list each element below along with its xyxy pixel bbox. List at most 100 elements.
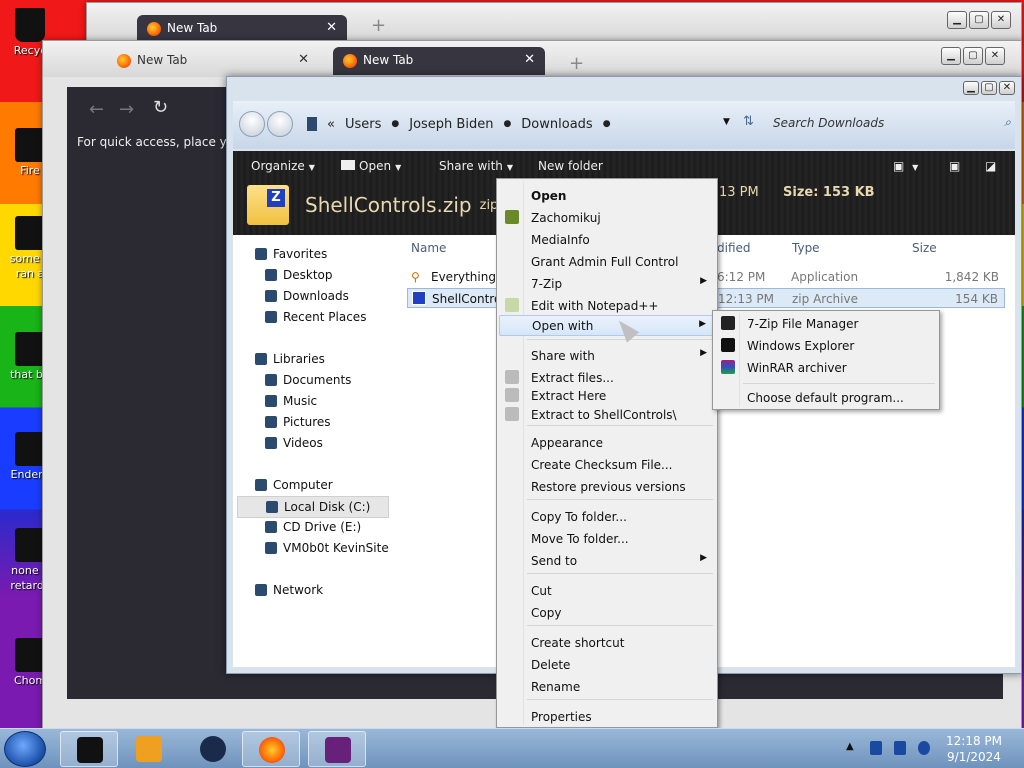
submenu-item-7zip-file-manager[interactable]: 7-Zip File Manager bbox=[715, 313, 937, 334]
back-button[interactable] bbox=[239, 111, 265, 137]
column-name[interactable]: Name bbox=[411, 241, 446, 255]
maximize-button[interactable]: ▢ bbox=[981, 81, 997, 95]
preview-pane-icon[interactable]: ▣ bbox=[949, 159, 960, 173]
taskbar-item-explorer[interactable] bbox=[60, 731, 118, 767]
close-button[interactable]: ✕ bbox=[985, 47, 1005, 65]
tab-new-tab[interactable]: New Tab ✕ bbox=[137, 15, 347, 43]
maximize-button[interactable]: ▢ bbox=[963, 47, 983, 65]
context-menu-item-mediainfo[interactable]: MediaInfo bbox=[499, 229, 715, 250]
nav-videos[interactable]: Videos bbox=[265, 436, 323, 450]
context-menu-item-share-with[interactable]: Share with ▶ bbox=[499, 345, 715, 366]
system-clock[interactable]: 12:18 PM 9/1/2024 bbox=[946, 733, 1002, 765]
nav-vm-share[interactable]: VM0b0t KevinSite bbox=[265, 541, 389, 555]
context-menu-item-create-shortcut[interactable]: Create shortcut bbox=[499, 632, 715, 653]
nav-favorites[interactable]: Favorites bbox=[255, 247, 327, 261]
maximize-button[interactable]: ▢ bbox=[969, 11, 989, 29]
nav-cd-drive[interactable]: CD Drive (E:) bbox=[265, 520, 361, 534]
forward-arrow-icon[interactable]: → bbox=[119, 99, 134, 120]
column-type[interactable]: Type bbox=[792, 241, 820, 255]
context-menu-item-extract-here[interactable]: Extract Here bbox=[499, 385, 715, 406]
breadcrumb-overflow-icon[interactable]: « bbox=[327, 117, 335, 132]
nav-desktop[interactable]: Desktop bbox=[265, 268, 333, 282]
view-options-icon[interactable]: ▣ ▼ bbox=[893, 159, 918, 173]
context-menu-item-7-zip[interactable]: 7-Zip ▶ bbox=[499, 273, 715, 294]
context-menu-item-restore-previous-versions[interactable]: Restore previous versions bbox=[499, 476, 715, 497]
context-menu-item-open[interactable]: Open bbox=[499, 185, 715, 206]
context-menu-item-copy[interactable]: Copy bbox=[499, 602, 715, 623]
nav-computer[interactable]: Computer bbox=[255, 478, 333, 492]
context-menu-item-copy-to-folder[interactable]: Copy To folder... bbox=[499, 506, 715, 527]
close-button[interactable]: ✕ bbox=[991, 11, 1011, 29]
tray-expand-icon[interactable]: ▲ bbox=[846, 741, 854, 752]
nav-recent-places[interactable]: Recent Places bbox=[265, 310, 366, 324]
address-dropdown-icon[interactable]: ▼ bbox=[723, 117, 730, 127]
close-button[interactable]: ✕ bbox=[999, 81, 1015, 95]
menu-item-label: Extract Here bbox=[531, 389, 607, 403]
context-menu-item-properties[interactable]: Properties bbox=[499, 706, 715, 727]
breadcrumb-joseph-biden[interactable]: Joseph Biden bbox=[409, 117, 493, 132]
breadcrumb-users[interactable]: Users bbox=[345, 117, 381, 132]
start-button[interactable] bbox=[4, 731, 46, 767]
submenu-item-winrar[interactable]: WinRAR archiver bbox=[715, 357, 937, 378]
minimize-button[interactable]: ▁ bbox=[947, 11, 967, 29]
breadcrumb-downloads[interactable]: Downloads bbox=[521, 117, 592, 132]
new-tab-button[interactable]: + bbox=[569, 53, 584, 74]
forward-button[interactable] bbox=[267, 111, 293, 137]
context-menu-item-open-with[interactable]: Open with ▶ bbox=[499, 315, 715, 336]
search-icon[interactable]: ⌕ bbox=[1004, 115, 1011, 130]
nav-local-disk[interactable]: Local Disk (C:) bbox=[237, 496, 389, 518]
nav-libraries[interactable]: Libraries bbox=[255, 352, 325, 366]
context-menu-item-grant-admin-full-control[interactable]: Grant Admin Full Control bbox=[499, 251, 715, 272]
context-menu-item-cut[interactable]: Cut bbox=[499, 580, 715, 601]
nav-downloads[interactable]: Downloads bbox=[265, 289, 349, 303]
column-size[interactable]: Size bbox=[912, 241, 937, 255]
taskbar-item-visual-studio[interactable] bbox=[308, 731, 366, 767]
context-menu-item-send-to[interactable]: Send to ▶ bbox=[499, 550, 715, 571]
tray-icon-2[interactable] bbox=[894, 741, 906, 755]
open-button[interactable]: Open ▼ bbox=[341, 159, 401, 173]
help-icon[interactable]: ◪ bbox=[985, 159, 996, 173]
reload-icon[interactable]: ↻ bbox=[153, 97, 168, 118]
tab-new-tab-active[interactable]: New Tab ✕ bbox=[333, 47, 545, 75]
nav-pictures[interactable]: Pictures bbox=[265, 415, 331, 429]
context-menu-item-create-checksum-file[interactable]: Create Checksum File... bbox=[499, 454, 715, 475]
context-menu-item-appearance[interactable]: Appearance bbox=[499, 432, 715, 453]
breadcrumb-separator-icon[interactable]: ● bbox=[391, 119, 399, 129]
context-menu-item-edit-with-notepad[interactable]: Edit with Notepad++ bbox=[499, 295, 715, 316]
organize-button[interactable]: Organize ▼ bbox=[251, 159, 315, 173]
nav-music[interactable]: Music bbox=[265, 394, 317, 408]
taskbar-item-firefox[interactable] bbox=[242, 731, 300, 767]
tray-icon-3[interactable] bbox=[918, 741, 930, 755]
menu-item-label: Grant Admin Full Control bbox=[531, 255, 679, 269]
breadcrumb-separator-icon[interactable]: ● bbox=[603, 119, 611, 129]
submenu-item-choose-default[interactable]: Choose default program... bbox=[715, 387, 937, 408]
column-date-modified[interactable]: dified bbox=[717, 241, 751, 255]
context-menu-item-zachomikuj[interactable]: Zachomikuj bbox=[499, 207, 715, 228]
context-menu-item-rename[interactable]: Rename bbox=[499, 676, 715, 697]
menu-item-label: Delete bbox=[531, 658, 571, 672]
nav-documents[interactable]: Documents bbox=[265, 373, 351, 387]
tray-icon-1[interactable] bbox=[870, 741, 882, 755]
taskbar-item-globe[interactable] bbox=[184, 731, 242, 767]
back-arrow-icon[interactable]: ← bbox=[89, 99, 104, 120]
share-with-button[interactable]: Share with ▼ bbox=[439, 159, 513, 173]
new-folder-button[interactable]: New folder bbox=[538, 159, 603, 173]
address-bar[interactable]: « Users ● Joseph Biden ● Downloads ● bbox=[307, 111, 767, 137]
refresh-icon[interactable]: ⇅ bbox=[743, 114, 754, 129]
minimize-button[interactable]: ▁ bbox=[941, 47, 961, 65]
search-input[interactable]: Search Downloads ⌕ bbox=[773, 111, 1015, 137]
submenu-item-windows-explorer[interactable]: Windows Explorer bbox=[715, 335, 937, 356]
context-menu-item-delete[interactable]: Delete bbox=[499, 654, 715, 675]
new-tab-button[interactable]: + bbox=[371, 15, 386, 36]
network-icon bbox=[255, 584, 267, 596]
close-tab-icon[interactable]: ✕ bbox=[524, 52, 535, 67]
close-tab-icon[interactable]: ✕ bbox=[326, 20, 337, 35]
nav-network[interactable]: Network bbox=[255, 583, 323, 597]
context-menu-item-move-to-folder[interactable]: Move To folder... bbox=[499, 528, 715, 549]
minimize-button[interactable]: ▁ bbox=[963, 81, 979, 95]
breadcrumb-separator-icon[interactable]: ● bbox=[503, 119, 511, 129]
context-menu-item-extract-to-shellcontrols[interactable]: Extract to ShellControls\ bbox=[499, 404, 715, 425]
tab-new-tab-inactive[interactable]: New Tab ✕ bbox=[107, 47, 319, 75]
taskbar-item-media-player[interactable] bbox=[120, 731, 178, 767]
close-tab-icon[interactable]: ✕ bbox=[298, 52, 309, 67]
